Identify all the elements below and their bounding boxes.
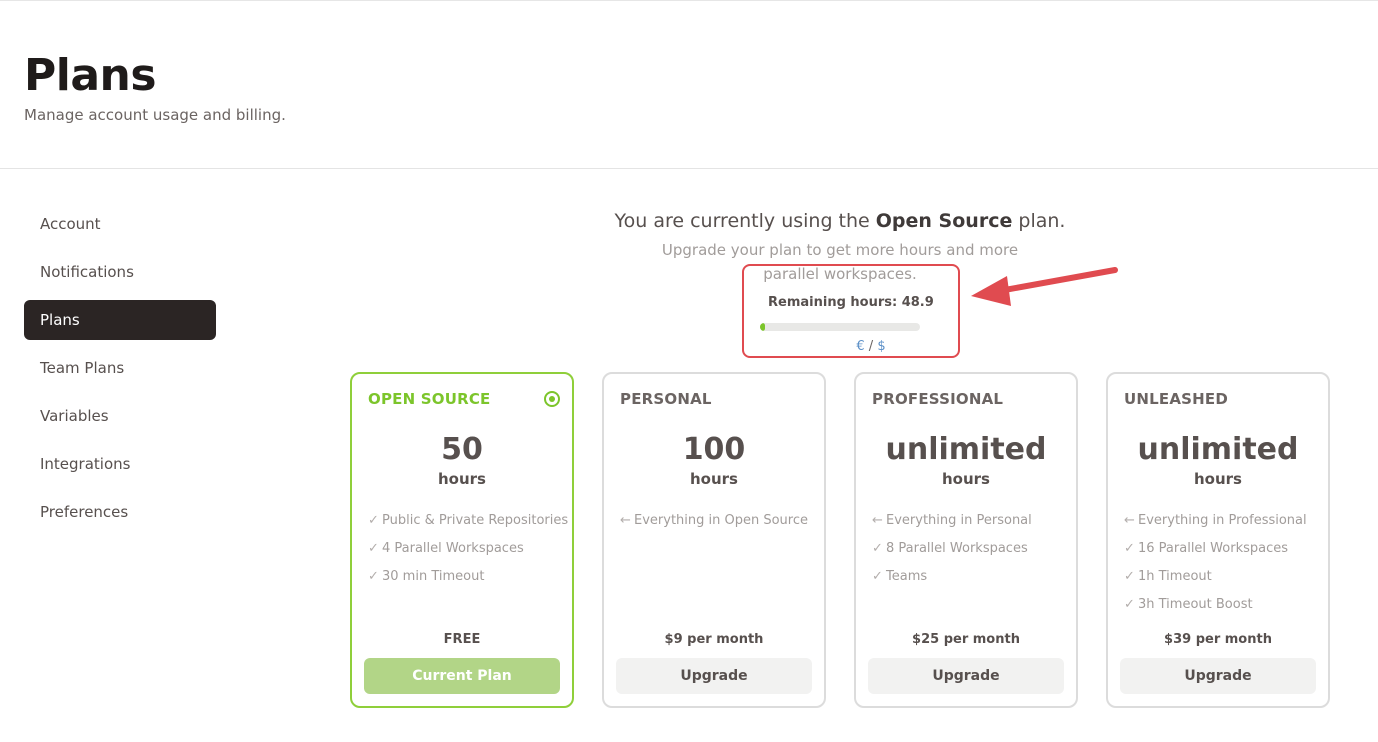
check-icon: ✓ bbox=[368, 569, 379, 584]
check-icon: ✓ bbox=[872, 569, 883, 584]
plan-feature-text: 1h Timeout bbox=[1138, 569, 1212, 584]
current-plan-name: Open Source bbox=[875, 210, 1013, 232]
plan-feature: ← Everything in Personal bbox=[872, 511, 1032, 539]
current-plan-text: You are currently using the Open Source … bbox=[540, 210, 1140, 232]
currency-separator: / bbox=[864, 339, 878, 354]
currency-dollar-link[interactable]: $ bbox=[877, 339, 885, 354]
remaining-hours-bar bbox=[760, 323, 920, 331]
check-icon: ✓ bbox=[1124, 597, 1135, 612]
plans-page: Plans Manage account usage and billing. … bbox=[0, 0, 1378, 742]
plan-hours-amount: 100 bbox=[682, 432, 746, 467]
sidebar-item-integrations[interactable]: Integrations bbox=[24, 444, 216, 484]
plan-price: $9 per month bbox=[664, 632, 764, 647]
plan-name: PERSONAL bbox=[620, 390, 712, 408]
plan-feature-text: 8 Parallel Workspaces bbox=[886, 541, 1028, 556]
plan-feature-text: 4 Parallel Workspaces bbox=[382, 541, 524, 556]
remaining-hours-fill bbox=[760, 323, 765, 331]
check-icon: ✓ bbox=[368, 541, 379, 556]
check-icon: ✓ bbox=[1124, 541, 1135, 556]
plan-price: FREE bbox=[443, 632, 481, 647]
plan-feature: ← Everything in Professional bbox=[1124, 511, 1307, 539]
page-header: Plans Manage account usage and billing. bbox=[24, 50, 286, 124]
plan-price: $25 per month bbox=[912, 632, 1020, 647]
plan-hours-amount: unlimited bbox=[1137, 432, 1299, 467]
plan-feature-text: 16 Parallel Workspaces bbox=[1138, 541, 1289, 556]
plan-feature-text: Everything in Professional bbox=[1138, 513, 1307, 528]
currency-euro-link[interactable]: € bbox=[856, 339, 864, 354]
selected-radio-icon[interactable] bbox=[544, 391, 560, 407]
plan-feature-text: Teams bbox=[886, 569, 928, 584]
currency-switch: € / $ bbox=[744, 339, 998, 354]
plan-feature: ✓ 8 Parallel Workspaces bbox=[872, 539, 1032, 567]
top-divider bbox=[0, 0, 1378, 1]
plan-hours-amount: 50 bbox=[441, 432, 483, 467]
sidebar-item-notifications[interactable]: Notifications bbox=[24, 252, 216, 292]
plan-features: ← Everything in Personal ✓ 8 Parallel Works… bbox=[872, 511, 1032, 595]
current-plan-button[interactable]: Current Plan bbox=[364, 658, 560, 694]
upgrade-button[interactable]: Upgrade bbox=[868, 658, 1064, 694]
current-plan-suffix: plan. bbox=[1018, 210, 1066, 232]
plan-card-unleashed[interactable]: UNLEASHED unlimited hours ← Everything in Pr… bbox=[1106, 372, 1330, 708]
check-icon: ✓ bbox=[368, 513, 379, 528]
remaining-hours-label: Remaining hours: 48.9 bbox=[768, 295, 934, 310]
settings-sidebar: Account Notifications Plans Team Plans V… bbox=[24, 204, 216, 540]
remaining-hours-highlight: Remaining hours: 48.9 € / $ bbox=[742, 264, 960, 358]
plan-feature-text: 3h Timeout Boost bbox=[1138, 597, 1253, 612]
plan-name: UNLEASHED bbox=[1124, 390, 1229, 408]
sidebar-item-preferences[interactable]: Preferences bbox=[24, 492, 216, 532]
page-subtitle: Manage account usage and billing. bbox=[24, 106, 286, 124]
sidebar-item-account[interactable]: Account bbox=[24, 204, 216, 244]
plan-feature-text: Public & Private Repositories bbox=[382, 513, 569, 528]
plan-feature: ✓ 30 min Timeout bbox=[368, 567, 568, 595]
sidebar-item-variables[interactable]: Variables bbox=[24, 396, 216, 436]
arrow-left-icon: ← bbox=[620, 513, 631, 528]
annotation-arrow-icon bbox=[971, 267, 1118, 306]
plan-hours-unit: hours bbox=[942, 470, 990, 488]
header-divider bbox=[0, 168, 1378, 169]
arrow-left-icon: ← bbox=[872, 513, 883, 528]
plan-card-open-source[interactable]: OPEN SOURCE 50 hours ✓ Public & Private Repo… bbox=[350, 372, 574, 708]
sidebar-item-team-plans[interactable]: Team Plans bbox=[24, 348, 216, 388]
plan-features: ← Everything in Professional ✓ 16 Parallel … bbox=[1124, 511, 1307, 623]
plan-hours-unit: hours bbox=[690, 470, 738, 488]
plan-name: PROFESSIONAL bbox=[872, 390, 1004, 408]
plan-feature: ✓ 1h Timeout bbox=[1124, 567, 1307, 595]
plan-features: ← Everything in Open Source bbox=[620, 511, 808, 539]
sidebar-item-plans[interactable]: Plans bbox=[24, 300, 216, 340]
plan-feature: ✓ Public & Private Repositories bbox=[368, 511, 568, 539]
plan-card-personal[interactable]: PERSONAL 100 hours ← Everything in Open Sour… bbox=[602, 372, 826, 708]
check-icon: ✓ bbox=[872, 541, 883, 556]
plan-hours-unit: hours bbox=[1194, 470, 1242, 488]
plan-feature-text: Everything in Open Source bbox=[634, 513, 809, 528]
plan-feature: ✓ Teams bbox=[872, 567, 1032, 595]
plan-hours-amount: unlimited bbox=[885, 432, 1047, 467]
plan-features: ✓ Public & Private Repositories ✓ 4 Paralle… bbox=[368, 511, 568, 595]
check-icon: ✓ bbox=[1124, 569, 1135, 584]
current-plan-prefix: You are currently using the bbox=[614, 210, 870, 232]
plan-feature: ✓ 3h Timeout Boost bbox=[1124, 595, 1307, 623]
page-title: Plans bbox=[24, 50, 157, 101]
plan-card-professional[interactable]: PROFESSIONAL unlimited hours ← Everything in… bbox=[854, 372, 1078, 708]
plan-name: OPEN SOURCE bbox=[368, 390, 491, 408]
upgrade-button[interactable]: Upgrade bbox=[616, 658, 812, 694]
upgrade-button[interactable]: Upgrade bbox=[1120, 658, 1316, 694]
plan-hours-unit: hours bbox=[438, 470, 486, 488]
plan-feature: ✓ 4 Parallel Workspaces bbox=[368, 539, 568, 567]
plan-feature: ✓ 16 Parallel Workspaces bbox=[1124, 539, 1307, 567]
plan-feature-text: Everything in Personal bbox=[886, 513, 1032, 528]
plan-price: $39 per month bbox=[1164, 632, 1272, 647]
plan-feature: ← Everything in Open Source bbox=[620, 511, 808, 539]
plan-feature-text: 30 min Timeout bbox=[382, 569, 485, 584]
arrow-left-icon: ← bbox=[1124, 513, 1135, 528]
